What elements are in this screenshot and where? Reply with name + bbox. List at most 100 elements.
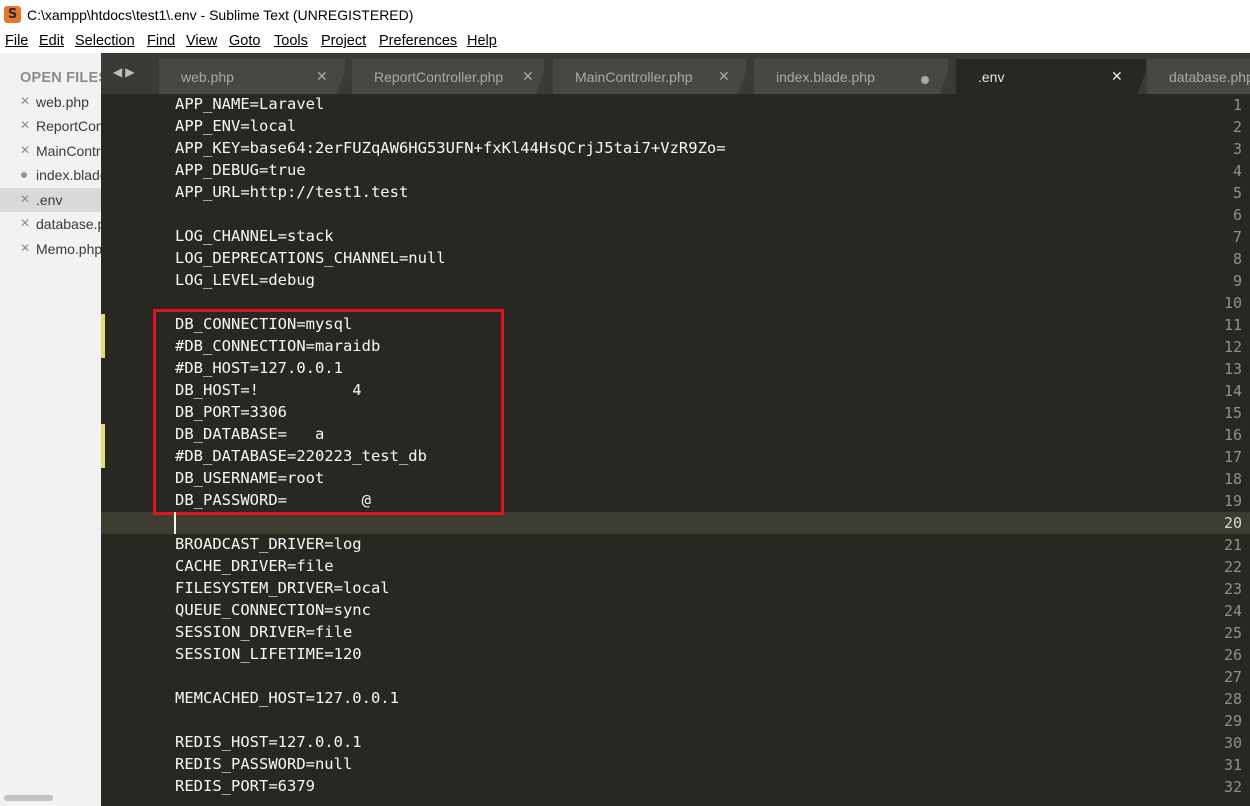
- line-number: 15: [1223, 404, 1242, 422]
- sidebar-item-database[interactable]: ✕ database.php: [0, 212, 101, 236]
- code-line[interactable]: BROADCAST_DRIVER=log: [175, 535, 362, 553]
- close-icon[interactable]: ✕: [718, 68, 730, 85]
- tab-scroll-arrows-icon[interactable]: ◀▶: [113, 65, 137, 79]
- close-icon[interactable]: ✕: [522, 68, 534, 85]
- line-number: 27: [1223, 668, 1242, 686]
- close-icon[interactable]: ✕: [20, 241, 30, 255]
- close-icon[interactable]: ✕: [20, 118, 30, 132]
- code-editor[interactable]: 1 APP_NAME=Laravel 2 APP_ENV=local 3 APP_KEY=…: [101, 94, 1250, 806]
- menu-selection[interactable]: Selection: [75, 33, 135, 49]
- line-number: 12: [1223, 338, 1242, 356]
- code-line[interactable]: CACHE_DRIVER=file: [175, 557, 334, 575]
- tab-env[interactable]: .env ✕: [956, 59, 1146, 94]
- close-icon[interactable]: ✕: [20, 94, 30, 108]
- sidebar-item-env[interactable]: ✕ .env: [0, 188, 101, 212]
- line-number: 9: [1232, 272, 1242, 290]
- menu-edit-label: Edit: [39, 33, 64, 49]
- menu-tools[interactable]: Tools: [274, 33, 308, 49]
- code-line[interactable]: #DB_DATABASE=220223_test_db: [175, 447, 427, 465]
- code-line[interactable]: LOG_LEVEL=debug: [175, 271, 315, 289]
- menu-view[interactable]: View: [186, 33, 217, 49]
- menu-preferences-label: Preferences: [379, 33, 458, 49]
- code-line[interactable]: SESSION_DRIVER=file: [175, 623, 352, 641]
- menu-help[interactable]: Help: [467, 33, 497, 49]
- sidebar-item-label: .env: [36, 192, 63, 208]
- code-line[interactable]: REDIS_HOST=127.0.0.1: [175, 733, 362, 751]
- sidebar-scrollbar[interactable]: [4, 795, 53, 801]
- code-line[interactable]: DB_PASSWORD= @: [175, 491, 371, 509]
- code-line[interactable]: DB_CONNECTION=mysql: [175, 315, 352, 333]
- code-line[interactable]: QUEUE_CONNECTION=sync: [175, 601, 371, 619]
- code-line[interactable]: APP_DEBUG=true: [175, 161, 306, 179]
- code-line[interactable]: REDIS_PASSWORD=null: [175, 755, 352, 773]
- menu-tools-label: Tools: [274, 33, 308, 49]
- close-icon[interactable]: ✕: [20, 216, 30, 230]
- tab-maincontroller[interactable]: MainController.php ✕: [553, 59, 746, 94]
- line-number: 6: [1232, 206, 1242, 224]
- tab-bar: ◀▶ web.php ✕ ReportController.php ✕ Main…: [101, 53, 1250, 94]
- menu-file[interactable]: File: [5, 33, 28, 49]
- line-number: 19: [1223, 492, 1242, 510]
- line-number: 11: [1223, 316, 1242, 334]
- unsaved-dot-icon[interactable]: [21, 172, 27, 178]
- code-line[interactable]: MEMCACHED_HOST=127.0.0.1: [175, 689, 399, 707]
- line-number: 25: [1223, 624, 1242, 642]
- line-number: 13: [1223, 360, 1242, 378]
- menu-preferences[interactable]: Preferences: [379, 33, 457, 49]
- tab-web-php[interactable]: web.php ✕: [159, 59, 345, 94]
- code-line[interactable]: SESSION_LIFETIME=120: [175, 645, 362, 663]
- menu-goto[interactable]: Goto: [229, 33, 260, 49]
- sidebar-item-label: index.blade.php: [36, 167, 101, 183]
- code-line[interactable]: #DB_HOST=127.0.0.1: [175, 359, 343, 377]
- code-line[interactable]: APP_ENV=local: [175, 117, 296, 135]
- current-line-highlight: [101, 512, 1250, 534]
- line-number: 29: [1223, 712, 1242, 730]
- code-line[interactable]: DB_PORT=3306: [175, 403, 287, 421]
- close-icon[interactable]: ✕: [20, 192, 30, 206]
- sidebar-item-reportcontroller[interactable]: ✕ ReportController.php: [0, 114, 101, 138]
- line-number: 31: [1223, 756, 1242, 774]
- sidebar-item-index-blade[interactable]: index.blade.php: [0, 163, 101, 187]
- code-line[interactable]: FILESYSTEM_DRIVER=local: [175, 579, 390, 597]
- title-bar: S C:\xampp\htdocs\test1\.env - Sublime T…: [0, 0, 1250, 30]
- code-line[interactable]: #DB_CONNECTION=maraidb: [175, 337, 380, 355]
- line-number: 30: [1223, 734, 1242, 752]
- line-number: 32: [1223, 778, 1242, 796]
- modified-line-marker: [101, 446, 105, 468]
- code-line[interactable]: APP_NAME=Laravel: [175, 95, 324, 113]
- tab-database[interactable]: database.php: [1147, 59, 1250, 94]
- code-line[interactable]: DB_USERNAME=root: [175, 469, 324, 487]
- tab-index-blade[interactable]: index.blade.php: [754, 59, 948, 94]
- sidebar-item-label: MainController.php: [36, 143, 101, 159]
- code-line[interactable]: APP_URL=http://test1.test: [175, 183, 408, 201]
- sidebar-item-maincontroller[interactable]: ✕ MainController.php: [0, 139, 101, 163]
- code-line[interactable]: LOG_CHANNEL=stack: [175, 227, 334, 245]
- close-icon[interactable]: ✕: [1111, 68, 1123, 85]
- menu-edit[interactable]: Edit: [39, 33, 64, 49]
- sidebar-item-web-php[interactable]: ✕ web.php: [0, 90, 101, 114]
- line-number: 8: [1232, 250, 1242, 268]
- line-number: 26: [1223, 646, 1242, 664]
- sidebar-item-memo[interactable]: ✕ Memo.php: [0, 237, 101, 261]
- line-number: 21: [1223, 536, 1242, 554]
- sidebar-item-label: database.php: [36, 216, 101, 232]
- line-number: 4: [1232, 162, 1242, 180]
- modified-line-marker: [101, 336, 105, 358]
- code-line[interactable]: REDIS_PORT=6379: [175, 777, 315, 795]
- code-line[interactable]: DB_HOST=! 4: [175, 381, 362, 399]
- code-line[interactable]: APP_KEY=base64:2erFUZqAW6HG53UFN+fxKl44H…: [175, 139, 726, 157]
- close-icon[interactable]: ✕: [316, 68, 328, 85]
- code-line[interactable]: LOG_DEPRECATIONS_CHANNEL=null: [175, 249, 446, 267]
- menu-selection-label: Selection: [75, 33, 135, 49]
- menu-find[interactable]: Find: [147, 33, 175, 49]
- code-line[interactable]: DB_DATABASE= a: [175, 425, 324, 443]
- unsaved-dot-icon[interactable]: [921, 76, 929, 84]
- sidebar-item-label: ReportController.php: [36, 118, 101, 134]
- close-icon[interactable]: ✕: [20, 143, 30, 157]
- menu-project[interactable]: Project: [321, 33, 366, 49]
- menu-goto-label: Goto: [229, 33, 261, 49]
- tab-reportcontroller[interactable]: ReportController.php ✕: [352, 59, 544, 94]
- tab-label: MainController.php: [575, 69, 693, 85]
- sidebar-header: OPEN FILES: [20, 70, 101, 86]
- menu-find-label: Find: [147, 33, 176, 49]
